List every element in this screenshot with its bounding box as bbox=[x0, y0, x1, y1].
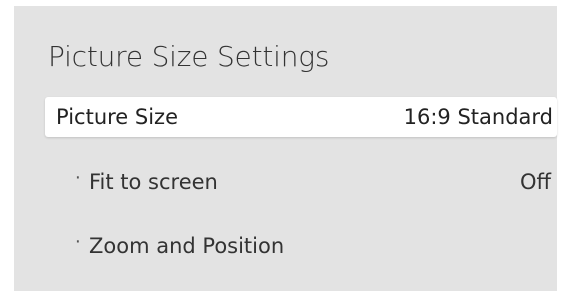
bullet-dot-icon: · bbox=[75, 231, 81, 253]
menu-item-label: Picture Size bbox=[56, 105, 179, 129]
menu-item-label: Zoom and Position bbox=[89, 234, 285, 258]
bullet-dot-icon: · bbox=[75, 167, 81, 189]
menu-item-label: Fit to screen bbox=[89, 170, 218, 194]
menu-item-zoom-and-position[interactable]: · Zoom and Position bbox=[45, 226, 557, 266]
menu-item-value: Off bbox=[520, 170, 551, 194]
menu-item-picture-size[interactable]: Picture Size 16:9 Standard bbox=[45, 97, 557, 137]
menu-item-value: 16:9 Standard bbox=[403, 105, 553, 129]
menu-item-fit-to-screen[interactable]: · Fit to screen Off bbox=[45, 162, 557, 202]
menu-title: Picture Size Settings bbox=[48, 40, 330, 73]
picture-size-settings-panel: Picture Size Settings Picture Size 16:9 … bbox=[14, 6, 557, 291]
